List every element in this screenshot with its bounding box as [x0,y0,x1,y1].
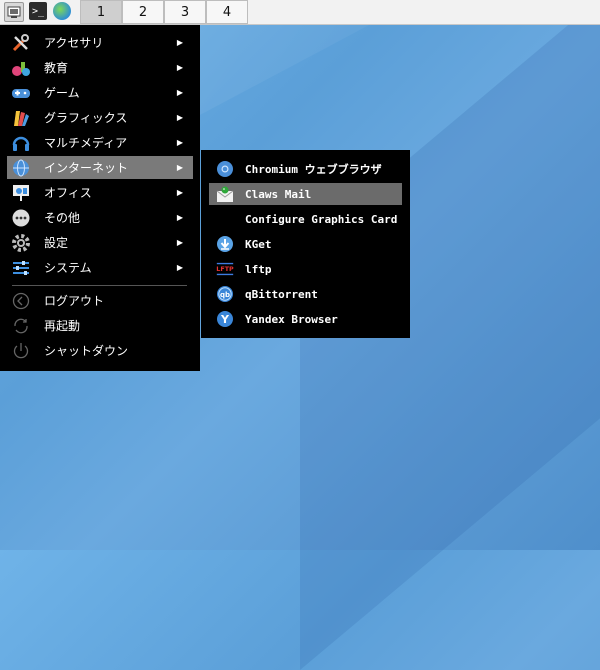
submenu-item-lftp[interactable]: LFTP lftp [209,258,402,280]
lftp-icon: LFTP [215,259,235,279]
yandex-browser-icon-text: Y [220,313,230,326]
blank-icon [215,209,235,229]
terminal-icon[interactable]: >_ [29,2,47,20]
menu-item-label: マルチメディア [44,136,128,150]
menu-item-internet[interactable]: インターネット ▶ [7,156,193,179]
submenu-arrow-icon: ▶ [176,63,183,72]
menu-item-label: その他 [44,211,81,225]
gamepad-icon [10,83,32,103]
menu-separator [12,285,187,286]
logout-icon [10,291,32,311]
menu-item-shutdown[interactable]: シャットダウン [7,339,193,362]
menu-item-other[interactable]: その他 ▶ [7,206,193,229]
workspace-3-button[interactable]: 3 [164,0,206,24]
submenu-arrow-icon: ▶ [176,263,183,272]
menu-item-multimedia[interactable]: マルチメディア ▶ [7,131,193,154]
chromium-icon [215,159,235,179]
menu-item-logout[interactable]: ログアウト [7,289,193,312]
submenu-item-kget[interactable]: KGet [209,233,402,255]
lftp-icon-text: LFTP [216,266,234,273]
submenu-item-label: KGet [245,237,272,251]
palette-icon [10,108,32,128]
menu-item-label: システム [44,261,92,275]
submenu-arrow-icon: ▶ [176,88,183,97]
submenu-item-chromium[interactable]: Chromium ウェブブラウザ [209,158,402,180]
tools-icon [10,33,32,53]
qbittorrent-icon-text: qb [220,291,230,299]
menu-item-games[interactable]: ゲーム ▶ [7,81,193,104]
power-icon [10,341,32,361]
submenu-item-qbittorrent[interactable]: qb qBittorrent [209,283,402,305]
menu-item-education[interactable]: 教育 ▶ [7,56,193,79]
submenu-arrow-icon: ▶ [176,188,183,197]
submenu-arrow-icon: ▶ [176,138,183,147]
globe-icon [10,158,32,178]
internet-submenu: Chromium ウェブブラウザ Claws Mail Configure Gr… [201,150,410,338]
submenu-item-yandex-browser[interactable]: Y Yandex Browser [209,308,402,330]
taskbar: >_ 1 2 3 4 [0,0,600,25]
menu-item-label: 再起動 [44,319,81,333]
menu-item-label: グラフィックス [44,111,128,125]
menu-item-system[interactable]: システム ▶ [7,256,193,279]
claws-mail-icon [215,184,235,204]
menu-item-label: インターネット [44,161,129,175]
kget-download-icon [215,234,235,254]
submenu-item-label: Chromium ウェブブラウザ [245,163,382,176]
menu-item-label: ゲーム [44,86,80,100]
menu-item-label: シャットダウン [44,344,129,358]
submenu-item-label: lftp [245,262,272,276]
submenu-item-configure-graphics-card[interactable]: Configure Graphics Card [209,208,402,230]
workspace-1-button[interactable]: 1 [80,0,122,24]
application-menu-icon[interactable] [4,2,24,22]
menu-item-settings[interactable]: 設定 ▶ [7,231,193,254]
menu-item-label: 教育 [44,61,69,75]
submenu-item-claws-mail[interactable]: Claws Mail [209,183,402,205]
menu-item-label: 設定 [44,236,69,250]
education-flask-icon [10,58,32,78]
submenu-arrow-icon: ▶ [176,213,183,222]
menu-item-graphics[interactable]: グラフィックス ▶ [7,106,193,129]
settings-gear-icon [10,233,32,253]
submenu-item-label: Claws Mail [245,187,312,201]
submenu-arrow-icon: ▶ [176,238,183,247]
menu-item-label: アクセサリ [44,36,104,50]
submenu-item-label: qBittorrent [245,287,318,301]
menu-item-label: ログアウト [44,294,105,308]
web-browser-icon[interactable] [53,2,71,20]
menu-item-reboot[interactable]: 再起動 [7,314,193,337]
menu-item-accessories[interactable]: アクセサリ ▶ [7,31,193,54]
terminal-glyph: >_ [31,5,45,17]
workspace-4-button[interactable]: 4 [206,0,248,24]
reboot-icon [10,316,32,336]
menu-item-office[interactable]: オフィス ▶ [7,181,193,204]
submenu-arrow-icon: ▶ [176,113,183,122]
submenu-item-label: Yandex Browser [245,312,338,326]
submenu-arrow-icon: ▶ [176,163,183,172]
menu-item-label: オフィス [44,186,92,200]
yandex-browser-icon: Y [215,309,235,329]
presentation-icon [10,183,32,203]
submenu-arrow-icon: ▶ [176,38,183,47]
headphones-icon [10,133,32,153]
qbittorrent-icon: qb [215,284,235,304]
application-menu: アクセサリ ▶ 教育 ▶ ゲーム ▶ グラフィックス ▶ マルチメディア ▶ イ… [0,25,200,371]
more-dots-icon [10,208,32,228]
system-sliders-icon [10,258,32,278]
workspace-2-button[interactable]: 2 [122,0,164,24]
submenu-item-label: Configure Graphics Card [245,212,398,226]
